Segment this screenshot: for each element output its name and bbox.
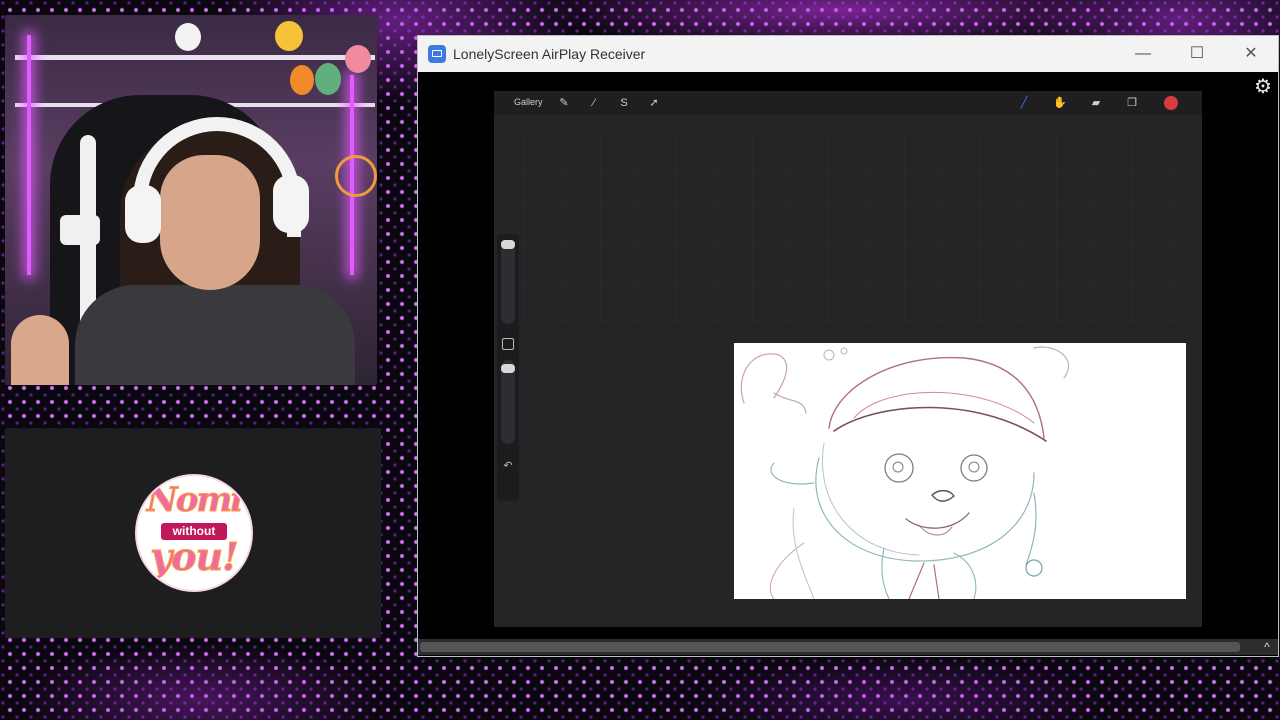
eraser-icon[interactable]: ▰ [1088,95,1104,111]
transform-icon[interactable]: ➚ [646,95,662,111]
character-sketch [740,346,1070,600]
brush-size-slider[interactable] [501,240,515,324]
selection-icon[interactable]: S [616,95,632,111]
layers-icon[interactable]: ❐ [1124,95,1140,111]
undo-button[interactable]: ↶ [499,459,517,473]
logo-text-line3: you! [150,534,240,580]
window-title: LonelyScreen AirPlay Receiver [453,46,646,62]
person-hand [11,315,69,385]
plush-toy [345,45,371,73]
opacity-slider[interactable] [501,360,515,444]
headphone-cup-left [125,185,161,243]
webcam-feed [5,15,377,385]
modify-button[interactable] [502,338,514,350]
chair-stripe [60,215,100,245]
plush-toy [275,21,303,51]
gear-icon[interactable]: ⚙ [1252,76,1274,98]
brush-size-knob[interactable] [501,240,515,249]
airplay-app-icon [428,45,446,63]
gallery-button[interactable]: Gallery [514,97,543,107]
ring-lamp [335,155,377,197]
procreate-toolbar: Gallery ✎ ⁄ S ➚ ╱ ✋ ▰ ❐ [494,91,1202,115]
logo-panel: Nomi without you! [5,428,381,638]
neon-strip [27,35,31,275]
headphone-cup-right [273,175,309,233]
lonelyscreen-window: LonelyScreen AirPlay Receiver — ☐ ✕ ⚙ Ga… [417,35,1279,657]
smudge-icon[interactable]: ✋ [1052,95,1068,111]
person-shirt [75,285,355,385]
background-sketch-grid [524,131,1202,321]
minimize-button[interactable]: — [1116,36,1170,72]
brush-icon[interactable]: ╱ [1016,95,1032,111]
shelf [15,55,375,60]
window-titlebar[interactable]: LonelyScreen AirPlay Receiver — ☐ ✕ [418,36,1278,72]
wrench-icon[interactable]: ✎ [556,95,572,111]
channel-logo: Nomi without you! [137,476,251,590]
plush-toy [290,65,314,95]
chevron-up-icon[interactable]: ^ [1258,639,1276,655]
scrollbar-thumb[interactable] [420,642,1240,652]
opacity-knob[interactable] [501,364,515,373]
plush-toy [175,23,201,51]
horizontal-scrollbar[interactable]: ^ [418,639,1278,655]
plush-toy [315,63,341,95]
color-picker[interactable] [1164,96,1178,110]
logo-text-line1: Nomi [146,480,244,521]
close-button[interactable]: ✕ [1224,36,1278,72]
procreate-sidebar: ↶ [497,234,519,501]
drawing-canvas[interactable] [734,343,1186,600]
maximize-button[interactable]: ☐ [1170,36,1224,72]
magic-wand-icon[interactable]: ⁄ [586,95,602,111]
mirrored-screen: Gallery ✎ ⁄ S ➚ ╱ ✋ ▰ ❐ ↶ [494,91,1202,627]
